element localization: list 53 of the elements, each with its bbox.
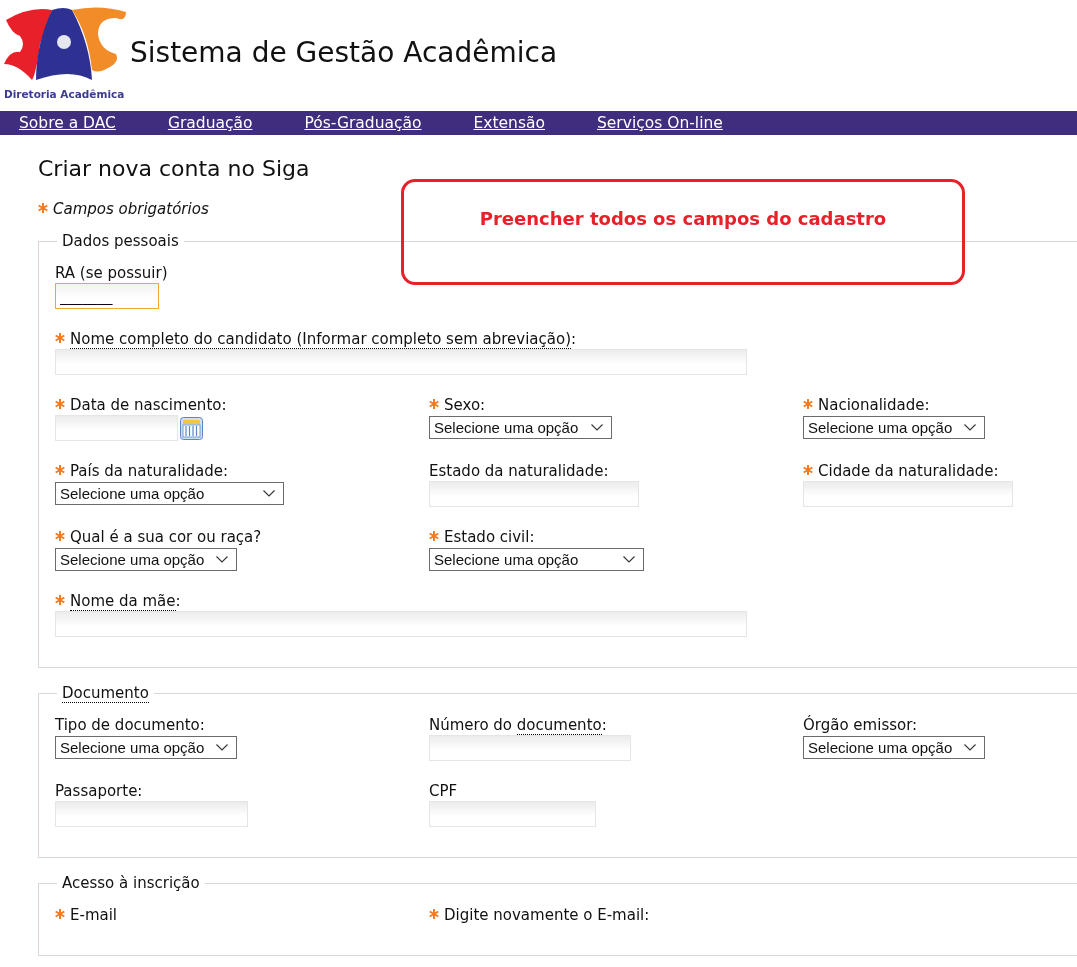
input-field[interactable]	[429, 735, 631, 761]
dropdown[interactable]: Selecione uma opção	[55, 736, 237, 759]
input-field[interactable]	[55, 349, 747, 375]
callout-text: Preencher todos os campos do cadastro	[479, 208, 887, 229]
chevron-down-icon	[216, 744, 228, 751]
required-note: Campos obrigatórios	[53, 200, 209, 218]
nav-link[interactable]: Graduação	[167, 114, 253, 132]
field-label: Qual é a sua cor ou raça?	[70, 528, 262, 546]
field-label: Cidade da naturalidade:	[818, 462, 999, 480]
chevron-down-icon	[623, 556, 635, 563]
dropdown[interactable]: Selecione uma opção	[429, 416, 612, 439]
section-legend: Acesso à inscrição	[57, 874, 205, 892]
input-field[interactable]: _______	[55, 283, 159, 309]
field-label: E-mail	[70, 906, 118, 924]
nav-link[interactable]: Extensão	[473, 114, 545, 132]
input-field[interactable]	[429, 481, 639, 507]
dropdown[interactable]: Selecione uma opção	[429, 548, 644, 571]
section-legend: Documento	[57, 684, 154, 702]
input-field[interactable]	[803, 481, 1013, 507]
chevron-down-icon	[591, 424, 603, 431]
field-label: CPF	[429, 782, 458, 800]
field-label: Tipo de documento:	[55, 716, 205, 734]
input-field[interactable]	[55, 801, 248, 827]
nav-link[interactable]: Sobre a DAC	[19, 114, 116, 132]
dropdown[interactable]: Selecione uma opção	[55, 548, 237, 571]
field-label: País da naturalidade:	[70, 462, 229, 480]
chevron-down-icon	[263, 490, 275, 497]
dropdown[interactable]: Selecione uma opção	[55, 482, 284, 505]
date-field[interactable]	[55, 415, 178, 441]
dropdown[interactable]: Selecione uma opção	[803, 736, 985, 759]
field-label: RA (se possuir)	[55, 264, 168, 282]
calendar-icon[interactable]	[180, 416, 203, 440]
field-label: Digite novamente o E-mail:	[444, 906, 650, 924]
field-label: Órgão emissor:	[803, 716, 918, 734]
nav-link[interactable]: Serviços On-line	[597, 114, 723, 132]
nav-link[interactable]: Pós-Graduação	[304, 114, 422, 132]
chevron-down-icon	[964, 744, 976, 751]
chevron-down-icon	[964, 424, 976, 431]
field-label: Data de nascimento:	[70, 396, 227, 414]
section-legend: Dados pessoais	[57, 232, 184, 250]
chevron-down-icon	[216, 556, 228, 563]
input-field[interactable]	[429, 801, 596, 827]
site-title: Sistema de Gestão Acadêmica	[130, 36, 558, 69]
dropdown[interactable]: Selecione uma opção	[803, 416, 985, 439]
input-field[interactable]	[55, 611, 747, 637]
page-title: Criar nova conta no Siga	[38, 156, 311, 183]
field-label: Nacionalidade:	[818, 396, 930, 414]
logo-caption: Diretoria Acadêmica	[4, 88, 125, 100]
field-label: Estado da naturalidade:	[429, 462, 609, 480]
asterisk-icon	[38, 203, 48, 213]
field-label: Estado civil:	[444, 528, 535, 546]
field-label: Passaporte:	[55, 782, 143, 800]
field-label: Sexo:	[444, 396, 486, 414]
